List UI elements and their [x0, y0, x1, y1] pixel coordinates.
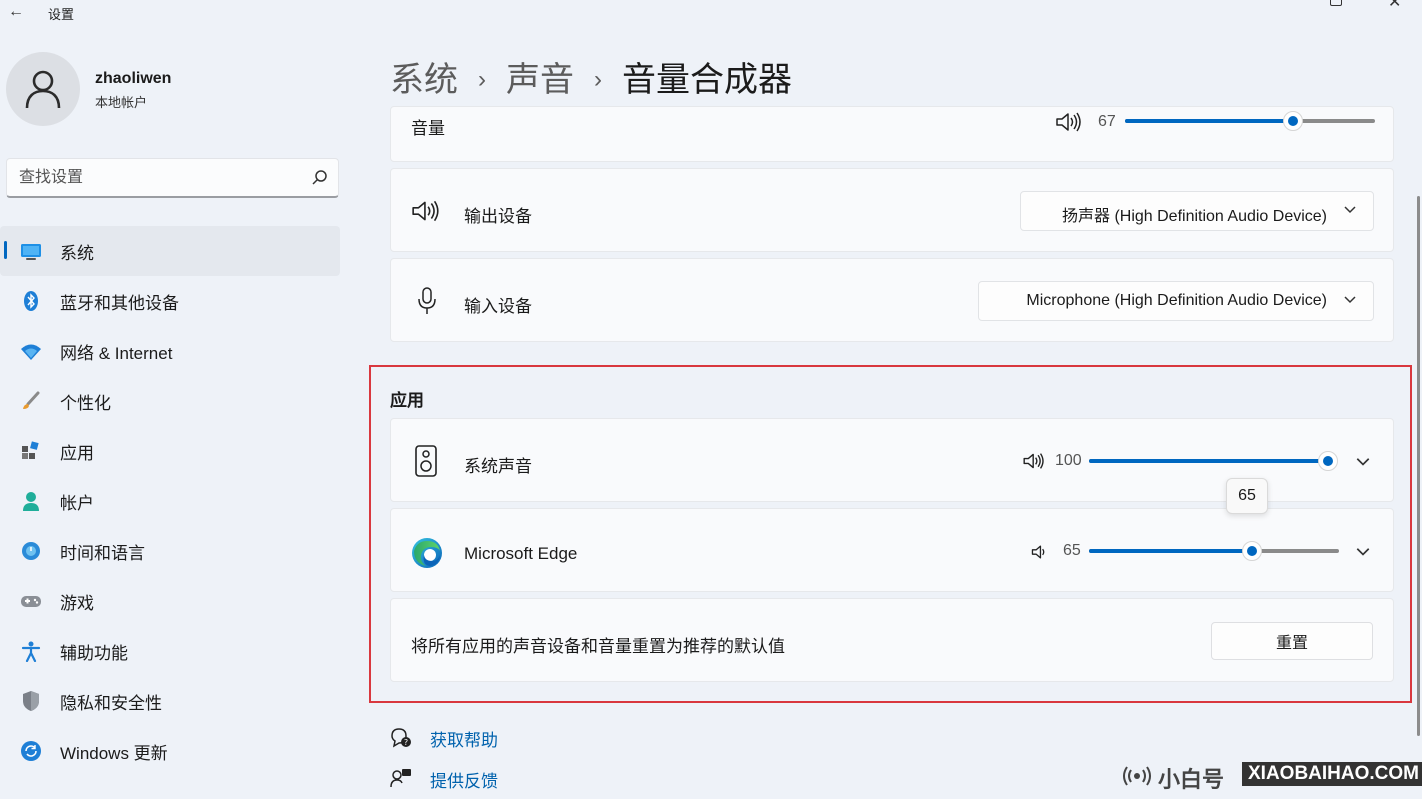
- page-title: 音量合成器: [622, 61, 792, 99]
- clock-globe-icon: [22, 542, 40, 560]
- watermark-cn: 小白号: [1158, 767, 1225, 792]
- output-device-card: 输出设备 扬声器 (High Definition Audio Device): [390, 168, 1394, 252]
- sidebar-item-label: Windows 更新: [60, 744, 168, 763]
- breadcrumb-separator: ›: [594, 66, 602, 93]
- sidebar-item-label: 蓝牙和其他设备: [60, 294, 179, 313]
- apps-icon: [22, 441, 39, 459]
- close-window-button[interactable]: ✕: [1388, 0, 1401, 12]
- slider-thumb[interactable]: [1282, 111, 1303, 131]
- user-name: zhaoliwen: [95, 70, 172, 87]
- sidebar-item-network[interactable]: 网络 & Internet: [0, 326, 340, 376]
- help-icon: ?: [391, 728, 411, 748]
- sidebar-item-time-language[interactable]: 时间和语言: [0, 526, 340, 576]
- input-device-dropdown[interactable]: Microphone (High Definition Audio Device…: [978, 281, 1374, 321]
- sidebar-item-label: 辅助功能: [60, 644, 128, 663]
- feedback-icon: [390, 769, 411, 788]
- master-volume-label: 音量: [411, 119, 445, 138]
- input-device-selected: Microphone (High Definition Audio Device…: [1026, 292, 1327, 309]
- breadcrumb-separator: ›: [478, 66, 486, 93]
- get-help-label[interactable]: 获取帮助: [430, 726, 498, 751]
- monitor-icon: [21, 244, 41, 260]
- gamepad-icon: [21, 596, 41, 607]
- breadcrumb: 系统 › 声音 › 音量合成器: [390, 52, 792, 101]
- search-icon[interactable]: [309, 168, 329, 188]
- highlight-frame: [369, 365, 1412, 703]
- watermark: 小白号 XIAOBAIHAO.COM: [1122, 760, 1422, 792]
- app-title: 设置: [48, 7, 75, 22]
- sidebar-item-system[interactable]: 系统: [0, 226, 340, 276]
- scrollbar[interactable]: [1417, 196, 1420, 736]
- watermark-en: XIAOBAIHAO.COM: [1242, 762, 1422, 786]
- title-bar: ← 设置 ✕: [0, 0, 1422, 24]
- svg-text:?: ?: [404, 738, 408, 747]
- output-device-selected: 扬声器 (High Definition Audio Device): [1062, 208, 1327, 225]
- selection-indicator: [4, 241, 7, 259]
- restore-window-button[interactable]: [1330, 0, 1342, 6]
- sidebar-item-bluetooth[interactable]: 蓝牙和其他设备: [0, 276, 340, 326]
- breadcrumb-sound[interactable]: 声音: [506, 61, 574, 99]
- sidebar-item-label: 时间和语言: [60, 544, 145, 563]
- broadcast-icon: [1123, 766, 1151, 786]
- master-volume-slider[interactable]: [1125, 111, 1375, 131]
- update-icon: [21, 741, 41, 761]
- chevron-down-icon: [1344, 206, 1356, 214]
- person-icon: [25, 70, 61, 109]
- feedback-label[interactable]: 提供反馈: [430, 767, 498, 792]
- shield-icon: [23, 691, 39, 711]
- master-volume-card: 音量 67: [390, 106, 1394, 162]
- sidebar-item-accessibility[interactable]: 辅助功能: [0, 626, 340, 676]
- chevron-down-icon: [1344, 296, 1356, 304]
- sidebar-item-privacy[interactable]: 隐私和安全性: [0, 676, 340, 726]
- accessibility-icon: [21, 641, 41, 662]
- output-device-dropdown[interactable]: 扬声器 (High Definition Audio Device): [1020, 191, 1374, 231]
- sidebar-item-gaming[interactable]: 游戏: [0, 576, 340, 626]
- speaker-icon: [412, 200, 439, 222]
- person-icon: [23, 492, 39, 511]
- sidebar-item-label: 个性化: [60, 394, 111, 413]
- sidebar-item-label: 网络 & Internet: [60, 344, 173, 363]
- sidebar-item-windows-update[interactable]: Windows 更新: [0, 726, 340, 776]
- sidebar-item-label: 帐户: [60, 494, 94, 513]
- slider-fill: [1125, 119, 1293, 123]
- account-type: 本地帐户: [95, 95, 148, 110]
- avatar[interactable]: [6, 52, 80, 126]
- microphone-icon: [418, 287, 436, 314]
- brush-icon: [23, 391, 40, 409]
- breadcrumb-system[interactable]: 系统: [390, 61, 458, 99]
- sidebar-item-label: 应用: [60, 444, 94, 463]
- sidebar-nav: 系统 蓝牙和其他设备 网络 & Internet 个性化 应用 帐户 时间和语言…: [0, 226, 350, 776]
- input-device-label: 输入设备: [464, 297, 532, 316]
- sidebar-item-accounts[interactable]: 帐户: [0, 476, 340, 526]
- input-device-card: 输入设备 Microphone (High Definition Audio D…: [390, 258, 1394, 342]
- sidebar-item-label: 游戏: [60, 594, 94, 613]
- search-input[interactable]: [19, 167, 299, 189]
- sidebar-item-personalization[interactable]: 个性化: [0, 376, 340, 426]
- speaker-icon[interactable]: [1055, 111, 1083, 133]
- sidebar: zhaoliwen 本地帐户 系统 蓝牙和其他设备: [0, 24, 350, 799]
- sidebar-item-apps[interactable]: 应用: [0, 426, 340, 476]
- wifi-icon: [21, 344, 41, 360]
- sidebar-item-label: 隐私和安全性: [60, 694, 162, 713]
- back-button[interactable]: ←: [4, 2, 28, 22]
- search-box[interactable]: [6, 158, 339, 198]
- master-volume-value: 67: [1098, 113, 1116, 130]
- sidebar-item-label: 系统: [60, 244, 94, 263]
- output-device-label: 输出设备: [464, 207, 532, 226]
- bluetooth-icon: [24, 291, 38, 311]
